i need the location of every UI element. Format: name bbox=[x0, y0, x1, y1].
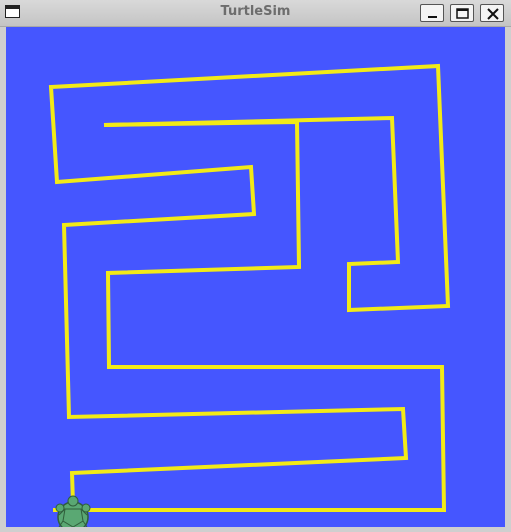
turtle-trail-inner bbox=[48, 63, 451, 505]
maximize-button[interactable] bbox=[450, 4, 474, 22]
turtle-canvas[interactable] bbox=[6, 27, 505, 527]
close-icon bbox=[487, 8, 499, 20]
minimize-button[interactable] bbox=[420, 4, 444, 22]
turtle-trail bbox=[53, 119, 447, 512]
close-button[interactable] bbox=[480, 4, 504, 22]
turtle-icon bbox=[55, 495, 91, 527]
maximize-icon bbox=[456, 8, 469, 19]
title-bar[interactable]: TurtleSim bbox=[0, 0, 511, 27]
minimize-icon bbox=[428, 16, 437, 18]
trail-drawing bbox=[48, 63, 451, 527]
turtlesim-window: TurtleSim bbox=[0, 0, 511, 532]
